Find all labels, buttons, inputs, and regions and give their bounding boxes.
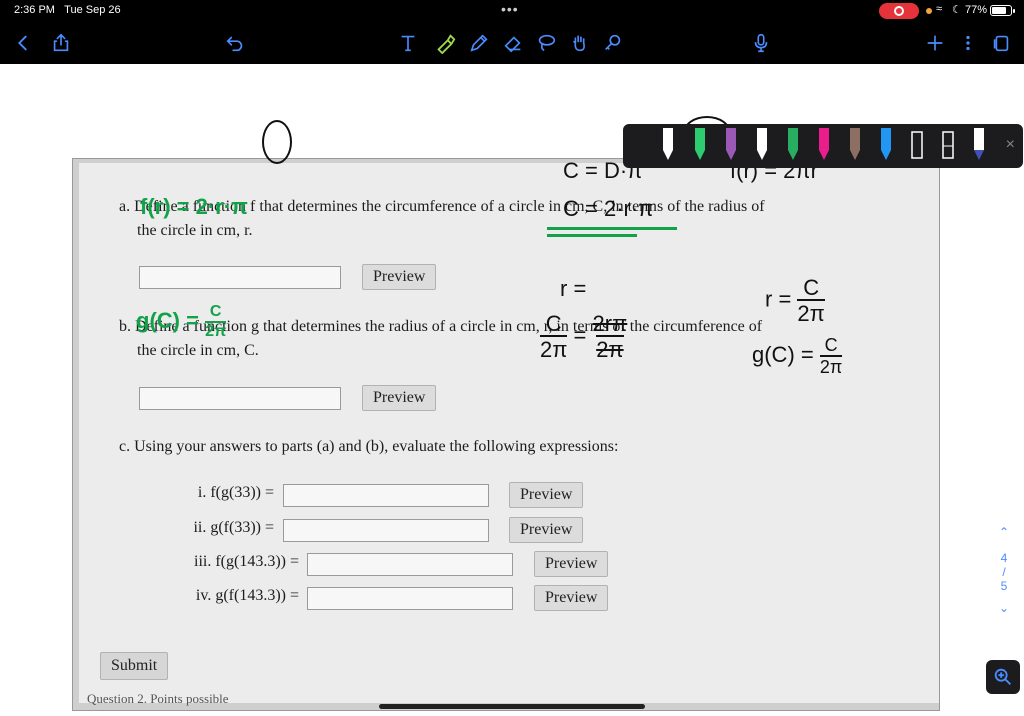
back-icon[interactable] xyxy=(10,30,36,56)
undo-icon[interactable] xyxy=(222,30,248,56)
share-icon[interactable] xyxy=(48,30,74,56)
worksheet-photo: a. Define a function f that determines t… xyxy=(72,158,940,711)
expr-iv-answer-field[interactable] xyxy=(307,587,513,610)
screen-record-indicator[interactable] xyxy=(879,3,919,19)
status-time: 2:36 PM Tue Sep 26 xyxy=(14,4,121,16)
expr-iv-preview-button[interactable]: Preview xyxy=(534,585,609,611)
pen-tray: × xyxy=(623,124,1023,168)
expr-iii-label: iii. f(g(143.3)) = xyxy=(194,553,299,570)
pen-green-tool[interactable] xyxy=(693,128,707,162)
expr-i-label: i. f(g(33)) = xyxy=(197,484,274,501)
pen-white-2-tool[interactable] xyxy=(755,128,769,162)
multitask-dots[interactable]: ••• xyxy=(501,1,519,17)
pen-brown-tool[interactable] xyxy=(848,128,862,162)
ink-part-b-answer: g(C) = C 2π xyxy=(136,303,227,340)
total-pages: 5 xyxy=(1000,579,1008,593)
close-icon[interactable]: × xyxy=(1006,136,1015,154)
pen-purple-tool[interactable] xyxy=(724,128,738,162)
next-question-partial: Question 2. Points possible xyxy=(87,691,229,706)
hand-icon[interactable] xyxy=(567,30,593,56)
expr-iii-answer-field[interactable] xyxy=(307,553,513,576)
part-b-answer-field[interactable] xyxy=(139,387,341,410)
microphone-icon[interactable] xyxy=(748,30,774,56)
lasso-icon[interactable] xyxy=(533,30,559,56)
ink-underline-green xyxy=(547,227,677,230)
battery-percent: 77% xyxy=(965,4,988,16)
page-separator: / xyxy=(1002,565,1006,579)
part-a-preview-button[interactable]: Preview xyxy=(362,264,437,290)
ink-part-a-answer: f(r) = 2·r·π xyxy=(140,194,248,219)
ink-g-of-c: g(C) = C 2π xyxy=(752,335,843,377)
ink-circle-f xyxy=(262,120,292,164)
pointer-icon[interactable] xyxy=(600,30,626,56)
expr-i-answer-field[interactable] xyxy=(283,484,489,507)
pen-white-tool[interactable] xyxy=(661,128,675,162)
zoom-icon[interactable] xyxy=(986,660,1020,694)
highlighter-outline-tool[interactable] xyxy=(910,128,924,162)
page-down-icon[interactable]: ⌄ xyxy=(993,601,1015,615)
worksheet-paper: a. Define a function f that determines t… xyxy=(79,163,939,706)
copy-icon[interactable] xyxy=(988,30,1014,56)
eraser-icon[interactable] xyxy=(500,30,526,56)
pen-blue-tool[interactable] xyxy=(879,128,893,162)
expr-ii-preview-button[interactable]: Preview xyxy=(509,517,584,543)
page-navigator: ⌃ 4 / 5 ⌄ xyxy=(993,525,1015,615)
part-c-text: c. Using your answers to parts (a) and (… xyxy=(119,438,619,455)
highlighter-icon[interactable] xyxy=(432,30,458,56)
battery-level xyxy=(992,7,1006,14)
ink-underline-green-2 xyxy=(547,234,637,237)
home-indicator[interactable] xyxy=(379,704,645,709)
expr-i-preview-button[interactable]: Preview xyxy=(509,482,584,508)
expr-iv-label: iv. g(f(143.3)) = xyxy=(195,587,299,604)
page-up-icon[interactable]: ⌃ xyxy=(993,525,1015,539)
submit-button[interactable]: Submit xyxy=(100,652,169,680)
pen-darkgreen-tool[interactable] xyxy=(786,128,800,162)
ink-r-eq-c-over-2pi: r = C 2π xyxy=(765,275,825,327)
text-tool-icon[interactable] xyxy=(395,30,421,56)
pen-indigo-tool[interactable] xyxy=(972,128,986,162)
wifi-icon: ≈ xyxy=(936,3,943,15)
pen-icon[interactable] xyxy=(466,30,492,56)
focus-moon-icon: ☾ xyxy=(952,4,962,16)
current-page: 4 xyxy=(1000,551,1008,565)
ink-c-over-2pi-eq: C 2π = 2rπ 2π xyxy=(540,311,628,363)
add-icon[interactable] xyxy=(922,30,948,56)
expr-ii-label: ii. g(f(33)) = xyxy=(193,519,274,536)
notes-toolbar xyxy=(0,22,1024,64)
ink-c-eq-2rpi: C = 2·r·π xyxy=(563,196,654,221)
expr-iii-preview-button[interactable]: Preview xyxy=(534,551,609,577)
battery-icon xyxy=(990,5,1015,16)
note-canvas[interactable]: a. Define a function f that determines t… xyxy=(0,64,1024,716)
part-a-answer-field[interactable] xyxy=(139,266,341,289)
expr-ii-answer-field[interactable] xyxy=(283,519,489,542)
part-b-preview-button[interactable]: Preview xyxy=(362,385,437,411)
status-bar: 2:36 PM Tue Sep 26 ••• ≈ ☾ 77% xyxy=(0,0,1024,22)
ink-r-eq: r = xyxy=(560,276,587,301)
mic-in-use-dot xyxy=(926,8,932,14)
highlighter-outline-2-tool[interactable] xyxy=(941,128,955,162)
pen-pink-tool[interactable] xyxy=(817,128,831,162)
more-icon[interactable] xyxy=(955,30,981,56)
